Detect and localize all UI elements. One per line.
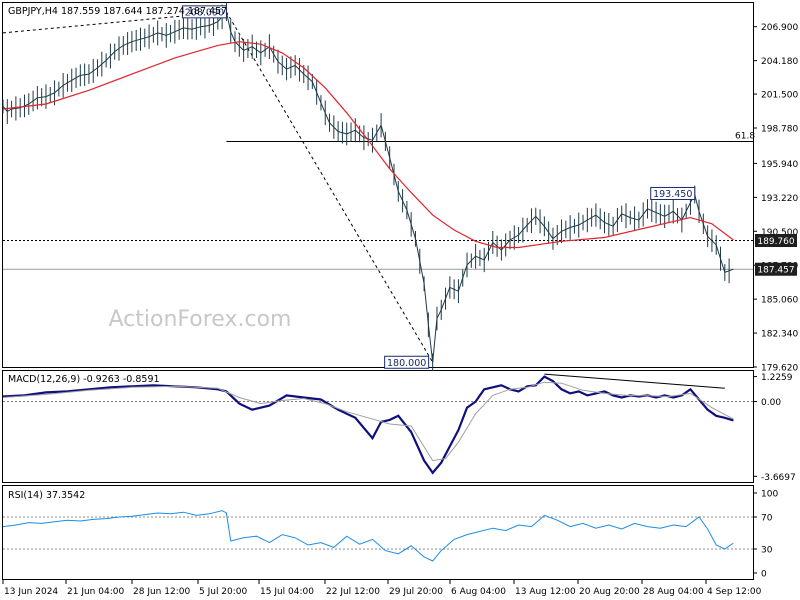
- fib-61-8-label: 61.8: [735, 131, 755, 141]
- x-axis-tick-label: 21 Jun 04:00: [67, 587, 124, 597]
- rsi-label: RSI(14) 37.3542: [8, 490, 85, 501]
- rsi-y-tick-label: 0: [761, 570, 767, 580]
- x-axis-tick-label: 15 Jul 04:00: [260, 587, 314, 597]
- x-axis-tick-label: 4 Sep 12:00: [707, 587, 762, 597]
- rsi-panel: 100 70 30 0: [2, 490, 778, 580]
- x-axis-tick-label: 6 Aug 04:00: [451, 587, 506, 597]
- forex-chart: ActionForex.com 179.620 182.340 185.060 187…: [2, 2, 798, 597]
- rsi-y-tick-label: 100: [761, 490, 778, 500]
- x-axis-tick-label: 28 Jun 12:00: [133, 587, 190, 597]
- macd-label: MACD(12,26,9) -0.9263 -0.8591: [8, 374, 160, 385]
- price-y-tick-label: 193.220: [761, 194, 798, 204]
- price-y-tick-label: 185.060: [761, 296, 798, 306]
- macd-y-tick-label: -3.6697: [761, 473, 796, 483]
- rsi-panel-frame: [2, 485, 754, 580]
- last-price-tag-label: 187.457: [757, 266, 794, 276]
- rsi-y-tick-label: 70: [761, 514, 773, 524]
- x-axis: 13 Jun 2024 21 Jun 04:00 28 Jun 12:00 5 Jul…: [2, 580, 762, 597]
- price-annotation-label: 180.000: [387, 358, 426, 369]
- price-y-tick-label: 182.340: [761, 330, 798, 340]
- rsi-y-tick-label: 30: [761, 546, 773, 556]
- x-axis-tick-label: 13 Aug 12:00: [515, 587, 576, 597]
- x-axis-tick-label: 28 Aug 04:00: [643, 587, 704, 597]
- x-axis-tick-label: 13 Jun 2024: [4, 587, 58, 597]
- x-axis-tick-label: 22 Jul 12:00: [326, 587, 380, 597]
- x-axis-tick-label: 5 Jul 20:00: [199, 587, 248, 597]
- rsi-line: [2, 510, 734, 562]
- macd-panel: 1.2259 0.00 -3.6697: [2, 373, 796, 483]
- price-y-tick-label: 195.940: [761, 160, 798, 170]
- price-y-tick-label: 204.180: [761, 57, 798, 67]
- price-y-tick-label: 201.500: [761, 91, 798, 101]
- price-y-tick-label: 179.620: [761, 364, 798, 374]
- watermark: ActionForex.com: [109, 307, 292, 332]
- macd-signal-line: [2, 381, 734, 462]
- price-annotation-label: 193.450: [653, 189, 692, 200]
- symbol-info: GBPJPY,H4 187.559 187.644 187.274 187.45…: [8, 6, 227, 17]
- price-y-tick-label: 198.780: [761, 124, 798, 134]
- x-axis-tick-label: 20 Aug 20:00: [579, 587, 640, 597]
- x-axis-tick-label: 29 Jul 20:00: [389, 587, 443, 597]
- support-tag-label: 189.760: [757, 237, 794, 247]
- macd-y-tick-label: 1.2259: [761, 373, 793, 383]
- macd-y-tick-label: 0.00: [761, 398, 781, 408]
- price-y-tick-label: 206.900: [761, 23, 798, 33]
- panel-frames: [2, 2, 754, 580]
- macd-macd-line: [2, 375, 734, 475]
